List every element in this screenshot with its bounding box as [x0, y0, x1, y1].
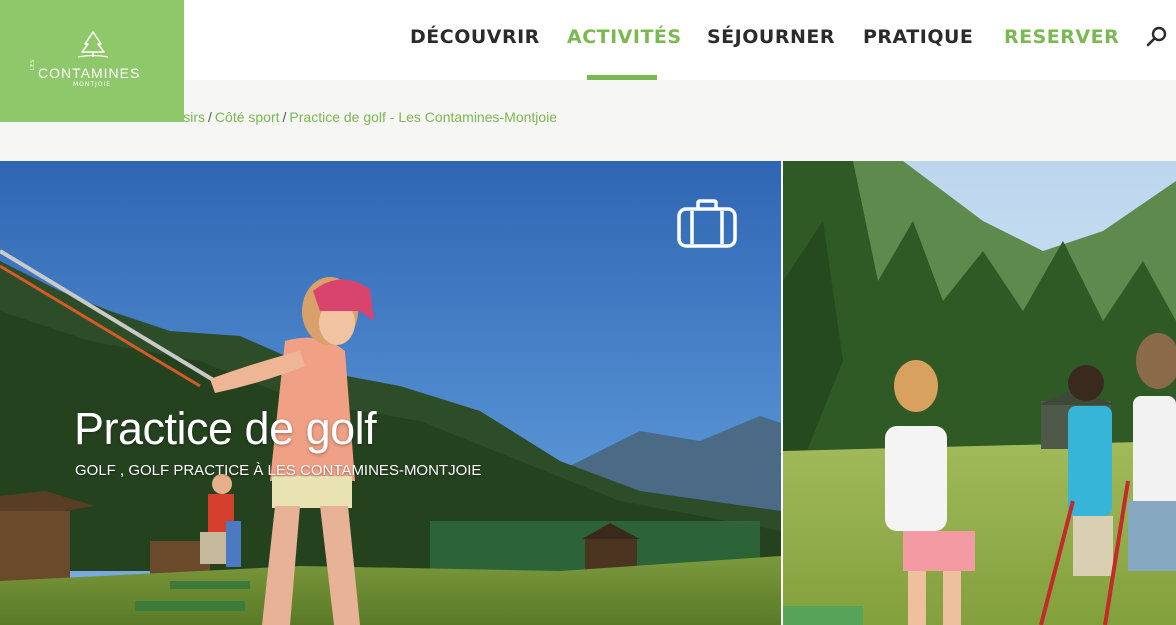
hero-image-main [0, 161, 781, 625]
breadcrumb-item[interactable]: Côté sport [215, 109, 280, 125]
logo-name: CONTAMINES [38, 65, 141, 81]
search-icon[interactable] [1145, 25, 1169, 49]
breadcrumb-separator: / [208, 109, 212, 125]
tree-logo-icon [77, 31, 109, 58]
breadcrumb-separator: / [282, 109, 287, 125]
hero-image-secondary [783, 161, 1176, 625]
breadcrumb: t de loisirs/Côté sport/Practice de golf… [142, 109, 557, 125]
nav-item-activites[interactable]: ACTIVITÉS [567, 26, 682, 48]
hero-photo-children-practice [783, 161, 1176, 625]
page-title: Practice de golf [74, 403, 377, 454]
briefcase-icon[interactable] [676, 199, 738, 249]
logo-prefix: LES [30, 59, 36, 70]
hero-photo-girl-golf [0, 161, 781, 625]
logo-subtitle: MONTJOIE [72, 81, 112, 88]
nav-item-reserver[interactable]: RESERVER [1004, 26, 1119, 48]
nav-item-sejourner[interactable]: SÉJOURNER [707, 26, 835, 48]
nav-item-decouvrir[interactable]: DÉCOUVRIR [410, 26, 540, 48]
page-subtitle: GOLF , GOLF PRACTICE À LES CONTAMINES-MO… [75, 462, 482, 479]
nav-item-pratique[interactable]: PRATIQUE [863, 26, 973, 48]
site-logo[interactable]: LES CONTAMINES MONTJOIE [0, 0, 184, 122]
breadcrumb-item-current[interactable]: Practice de golf - Les Contamines-Montjo… [289, 109, 557, 125]
